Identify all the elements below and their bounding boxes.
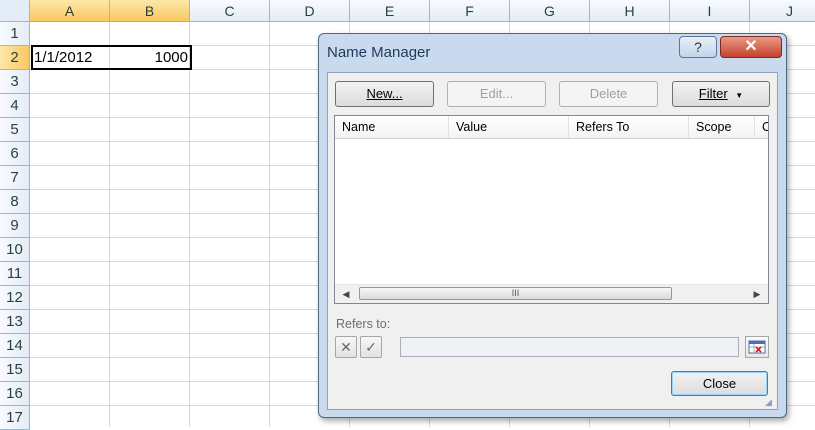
resize-grip-icon[interactable]: ◢ bbox=[765, 397, 775, 407]
column-header-h[interactable]: H bbox=[590, 0, 670, 22]
gridline bbox=[109, 22, 110, 427]
column-header-g[interactable]: G bbox=[510, 0, 590, 22]
select-all-corner[interactable] bbox=[0, 0, 30, 22]
row-header-1[interactable]: 1 bbox=[0, 22, 30, 46]
column-header-c[interactable]: C bbox=[190, 0, 270, 22]
edit-button[interactable]: Edit... bbox=[447, 81, 546, 107]
row-header-7[interactable]: 7 bbox=[0, 166, 30, 190]
gridline bbox=[189, 22, 190, 427]
delete-button[interactable]: Delete bbox=[559, 81, 658, 107]
row-header-8[interactable]: 8 bbox=[0, 190, 30, 214]
column-header-name[interactable]: Name bbox=[335, 116, 449, 138]
range-select-icon bbox=[748, 340, 766, 354]
cancel-icon: ✕ bbox=[340, 339, 352, 355]
column-header-i[interactable]: I bbox=[670, 0, 750, 22]
help-icon: ? bbox=[694, 39, 702, 55]
close-icon: ✕ bbox=[744, 38, 758, 55]
gridline bbox=[269, 22, 270, 427]
new-button[interactable]: New... bbox=[335, 81, 434, 107]
dropdown-arrow-icon: ▼ bbox=[735, 91, 744, 100]
filter-button-label: Filter bbox=[698, 86, 728, 101]
row-header-10[interactable]: 10 bbox=[0, 238, 30, 262]
dialog-title: Name Manager bbox=[327, 44, 431, 61]
column-header-j[interactable]: J bbox=[750, 0, 815, 22]
column-header-scope[interactable]: Scope bbox=[689, 116, 755, 138]
cell-selection bbox=[31, 45, 192, 70]
names-list[interactable]: Name Value Refers To Scope C ◀ III ▶ bbox=[334, 115, 769, 304]
row-header-14[interactable]: 14 bbox=[0, 334, 30, 358]
row-header-12[interactable]: 12 bbox=[0, 286, 30, 310]
close-window-button[interactable]: ✕ bbox=[720, 36, 782, 58]
scroll-right-icon[interactable]: ▶ bbox=[748, 285, 766, 303]
row-header-17[interactable]: 17 bbox=[0, 406, 30, 430]
row-header-5[interactable]: 5 bbox=[0, 118, 30, 142]
refers-to-input[interactable] bbox=[400, 337, 739, 357]
column-header-a[interactable]: A bbox=[30, 0, 110, 22]
column-header-b[interactable]: B bbox=[110, 0, 190, 22]
column-header-value[interactable]: Value bbox=[449, 116, 569, 138]
row-header-9[interactable]: 9 bbox=[0, 214, 30, 238]
edit-button-label: Edit... bbox=[479, 86, 514, 101]
column-header-f[interactable]: F bbox=[430, 0, 510, 22]
scroll-thumb[interactable]: III bbox=[359, 287, 672, 300]
row-header-16[interactable]: 16 bbox=[0, 382, 30, 406]
close-button[interactable]: Close bbox=[671, 371, 768, 396]
row-header-15[interactable]: 15 bbox=[0, 358, 30, 382]
row-header-2[interactable]: 2 bbox=[0, 46, 30, 70]
confirm-edit-button[interactable]: ✓ bbox=[360, 336, 382, 358]
scroll-left-icon[interactable]: ◀ bbox=[337, 285, 355, 303]
cancel-edit-button[interactable]: ✕ bbox=[335, 336, 357, 358]
row-header-3[interactable]: 3 bbox=[0, 70, 30, 94]
new-button-label: New... bbox=[366, 86, 403, 101]
list-header: Name Value Refers To Scope C bbox=[335, 116, 768, 139]
horizontal-scrollbar[interactable]: ◀ III ▶ bbox=[335, 284, 768, 303]
collapse-dialog-button[interactable] bbox=[745, 336, 769, 358]
dialog-titlebar[interactable]: Name Manager ? ✕ bbox=[319, 34, 786, 72]
row-header-11[interactable]: 11 bbox=[0, 262, 30, 286]
row-header-4[interactable]: 4 bbox=[0, 94, 30, 118]
row-header-6[interactable]: 6 bbox=[0, 142, 30, 166]
column-header-e[interactable]: E bbox=[350, 0, 430, 22]
close-button-label: Close bbox=[702, 376, 737, 391]
dialog-body: New... Edit... Delete Filter ▼ Name Valu… bbox=[327, 72, 778, 410]
checkmark-icon: ✓ bbox=[365, 339, 377, 355]
column-header-refers-to[interactable]: Refers To bbox=[569, 116, 689, 138]
column-header-comment[interactable]: C bbox=[755, 116, 768, 138]
delete-button-label: Delete bbox=[589, 86, 628, 101]
help-button[interactable]: ? bbox=[679, 36, 717, 58]
row-header-13[interactable]: 13 bbox=[0, 310, 30, 334]
name-manager-dialog: Name Manager ? ✕ New... Edit... Delete F… bbox=[318, 33, 787, 418]
grip-icon: III bbox=[511, 288, 520, 298]
column-header-d[interactable]: D bbox=[270, 0, 350, 22]
filter-button[interactable]: Filter ▼ bbox=[672, 81, 770, 107]
refers-to-label: Refers to: bbox=[336, 317, 391, 331]
